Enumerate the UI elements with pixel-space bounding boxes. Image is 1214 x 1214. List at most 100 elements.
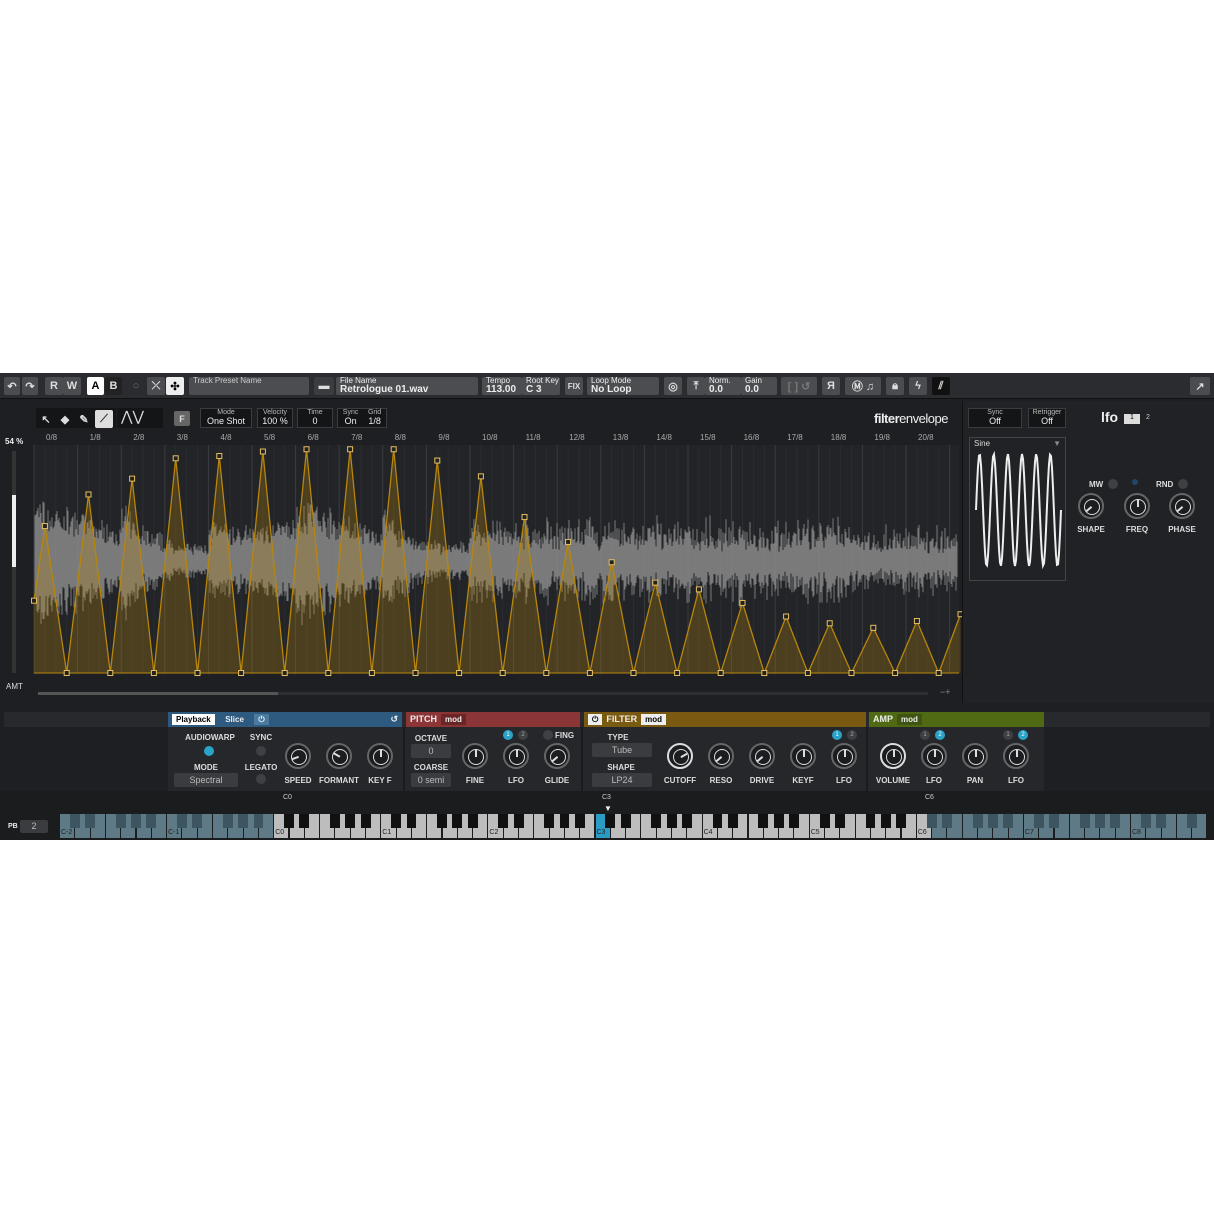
mode-select[interactable]: Spectral	[174, 773, 238, 787]
norm-field[interactable]: Norm. 0.0	[705, 377, 741, 395]
envelope-node[interactable]	[216, 453, 223, 460]
lfo-tab-1[interactable]: 1	[1124, 414, 1140, 424]
zoom-control[interactable]: −+	[940, 687, 951, 697]
power-icon[interactable]: ⏻	[254, 714, 269, 725]
fine-knob[interactable]	[462, 743, 488, 769]
cutoff-knob[interactable]	[667, 743, 693, 769]
black-key[interactable]	[727, 814, 738, 828]
envelope-node[interactable]	[390, 446, 397, 453]
loop-bracket-icon[interactable]: [ ] ↺	[781, 377, 817, 395]
filter-lfo-knob[interactable]	[831, 743, 857, 769]
record-icon[interactable]: ○	[130, 377, 142, 395]
redo-button[interactable]: ↷	[22, 377, 38, 395]
envelope-node[interactable]	[826, 620, 833, 627]
black-key[interactable]	[896, 814, 907, 828]
black-key[interactable]	[987, 814, 998, 828]
black-key[interactable]	[452, 814, 463, 828]
pencil-tool-icon[interactable]: ✎	[76, 410, 92, 428]
file-name-field[interactable]: File Name Retrologue 01.wav	[336, 377, 478, 395]
black-key[interactable]	[391, 814, 402, 828]
black-key[interactable]	[880, 814, 891, 828]
slot-b-button[interactable]: B	[105, 377, 122, 395]
black-key[interactable]	[758, 814, 769, 828]
black-key[interactable]	[1110, 814, 1121, 828]
black-key[interactable]	[819, 814, 830, 828]
black-key[interactable]	[498, 814, 509, 828]
black-key[interactable]	[1049, 814, 1060, 828]
envelope-node[interactable]	[172, 455, 179, 462]
audiowarp-toggle[interactable]	[204, 746, 214, 756]
black-key[interactable]	[926, 814, 937, 828]
phase-knob[interactable]	[1169, 493, 1195, 519]
tempo-field[interactable]: Tempo 113.00	[482, 377, 522, 395]
envelope-graph[interactable]	[0, 445, 962, 677]
pan-lfo-knob[interactable]	[1003, 743, 1029, 769]
black-key[interactable]	[574, 814, 585, 828]
envelope-node[interactable]	[434, 457, 441, 464]
f-button[interactable]: F	[174, 411, 190, 426]
expand-icon[interactable]: ↗	[1190, 377, 1210, 395]
freq-knob[interactable]	[1124, 493, 1150, 519]
black-key[interactable]	[620, 814, 631, 828]
track-preset-field[interactable]: Track Preset Name	[189, 377, 309, 395]
envelope-node[interactable]	[194, 670, 201, 676]
pointer-tool-icon[interactable]: ↖	[38, 410, 54, 428]
horizontal-scrollbar[interactable]	[38, 692, 928, 695]
envelope-node[interactable]	[717, 670, 724, 676]
envelope-node[interactable]	[259, 448, 266, 455]
envelope-node[interactable]	[281, 670, 288, 676]
black-key[interactable]	[865, 814, 876, 828]
folder-icon[interactable]: ▬	[314, 377, 334, 395]
lfo-tab-2[interactable]: 2	[1146, 414, 1150, 421]
stripes-icon[interactable]: ⫽	[932, 377, 950, 395]
black-key[interactable]	[406, 814, 417, 828]
pan-lfo1-toggle[interactable]: 1	[1003, 730, 1013, 740]
type-select[interactable]: Tube	[592, 743, 652, 757]
envelope-node[interactable]	[63, 670, 70, 676]
black-key[interactable]	[1003, 814, 1014, 828]
rnd-toggle[interactable]	[1178, 479, 1188, 489]
filter-power-icon[interactable]: ⏻	[588, 714, 603, 725]
black-key[interactable]	[69, 814, 80, 828]
envelope-node[interactable]	[150, 670, 157, 676]
normalize-icon[interactable]: ⤒	[687, 377, 705, 395]
envelope-node[interactable]	[456, 670, 463, 676]
black-key[interactable]	[942, 814, 952, 828]
envelope-node[interactable]	[892, 670, 899, 676]
black-key[interactable]	[789, 814, 799, 828]
black-key[interactable]	[284, 814, 295, 828]
envelope-node[interactable]	[368, 670, 375, 676]
black-key[interactable]	[559, 814, 570, 828]
black-key[interactable]	[467, 814, 478, 828]
split-icon[interactable]: ✣	[166, 377, 184, 395]
retrigger-field[interactable]: Retrigger Off	[1028, 408, 1066, 428]
filter-mod-tab[interactable]: mod	[641, 714, 667, 725]
envelope-node[interactable]	[521, 514, 528, 521]
black-key[interactable]	[513, 814, 524, 828]
reverse-button[interactable]: Я	[822, 377, 840, 395]
lfo-sync-field[interactable]: Sync Off	[968, 408, 1022, 428]
black-key[interactable]	[666, 814, 677, 828]
shape-select[interactable]: LP24	[592, 773, 652, 787]
keyf-knob-filter[interactable]	[790, 743, 816, 769]
envelope-node[interactable]	[804, 670, 811, 676]
black-key[interactable]	[115, 814, 126, 828]
time-field[interactable]: Time 0	[297, 408, 333, 428]
envelope-node[interactable]	[913, 618, 920, 625]
black-key[interactable]	[1186, 814, 1197, 828]
envelope-node[interactable]	[303, 446, 310, 453]
target-icon[interactable]: ◎	[664, 377, 682, 395]
envelope-node[interactable]	[674, 670, 681, 676]
filter-lfo1-toggle[interactable]: 1	[832, 730, 842, 740]
lfo-waveform-display[interactable]: Sine ▼	[969, 437, 1066, 581]
pitchbend-range-select[interactable]: 2	[20, 820, 48, 833]
black-key[interactable]	[177, 814, 187, 828]
envelope-node[interactable]	[783, 613, 790, 620]
slot-a-button[interactable]: A	[87, 377, 104, 395]
lightning-icon[interactable]: ϟ	[909, 377, 927, 395]
black-key[interactable]	[1079, 814, 1090, 828]
envelope-node[interactable]	[238, 670, 245, 676]
envelope-node[interactable]	[695, 586, 702, 593]
eraser-tool-icon[interactable]: ◆	[57, 410, 73, 428]
pitch-lfo1-toggle[interactable]: 1	[503, 730, 513, 740]
